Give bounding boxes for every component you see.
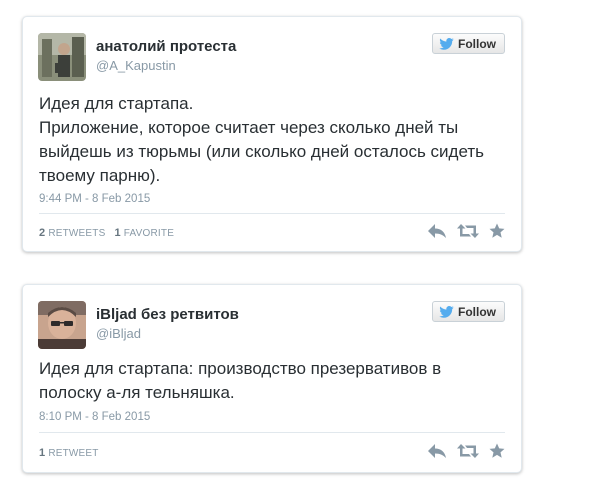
retweet-count-label: RETWEET [48,448,99,459]
display-name[interactable]: iBljad без ретвитов [96,306,239,323]
favorite-count-stat[interactable]: 1 FAVORITE [114,227,175,239]
retweet-count: 2 [39,227,46,239]
tweet-card: iBljad без ретвитов @iBljad Follow Идея … [22,284,522,473]
avatar[interactable] [38,301,86,349]
retweet-count-stat[interactable]: 1 RETWEET [39,447,99,459]
retweet-icon[interactable] [457,443,479,464]
twitter-bird-icon [439,305,454,318]
display-name[interactable]: анатолий протеста [96,38,236,55]
avatar[interactable] [38,33,86,81]
retweet-count: 1 [39,447,46,459]
star-icon[interactable] [489,443,505,464]
twitter-bird-icon [439,37,454,50]
tweet-stats: 2 RETWEETS 1 FAVORITE [39,227,174,239]
tweet-actions [427,443,505,464]
timestamp[interactable]: 9:44 PM - 8 Feb 2015 [39,193,150,205]
star-icon[interactable] [489,223,505,244]
tweet-text: Идея для стартапа: производство презерва… [39,357,501,405]
divider [39,213,505,214]
tweet-text-line: Идея для стартапа. [39,94,194,113]
favorite-count-label: FAVORITE [123,228,175,239]
divider [39,432,505,433]
retweet-icon[interactable] [457,223,479,244]
user-handle[interactable]: @iBljad [96,326,141,341]
tweet-text-line: Приложение, которое считает через скольк… [39,118,484,185]
tweet-card: анатолий протеста @A_Kapustin Follow Иде… [22,16,522,252]
user-handle[interactable]: @A_Kapustin [96,58,176,73]
follow-label: Follow [458,304,496,319]
reply-icon[interactable] [427,223,447,244]
follow-button[interactable]: Follow [432,33,505,54]
tweet-actions [427,223,505,244]
follow-button[interactable]: Follow [432,301,505,322]
timestamp[interactable]: 8:10 PM - 8 Feb 2015 [39,411,150,423]
tweet-text-line: Идея для стартапа: производство презерва… [39,359,442,402]
favorite-count: 1 [114,227,121,239]
retweet-count-label: RETWEETS [48,228,106,239]
retweet-count-stat[interactable]: 2 RETWEETS [39,227,106,239]
reply-icon[interactable] [427,443,447,464]
tweet-stats: 1 RETWEET [39,447,99,459]
follow-label: Follow [458,36,496,51]
tweet-text: Идея для стартапа. Приложение, которое с… [39,92,501,188]
